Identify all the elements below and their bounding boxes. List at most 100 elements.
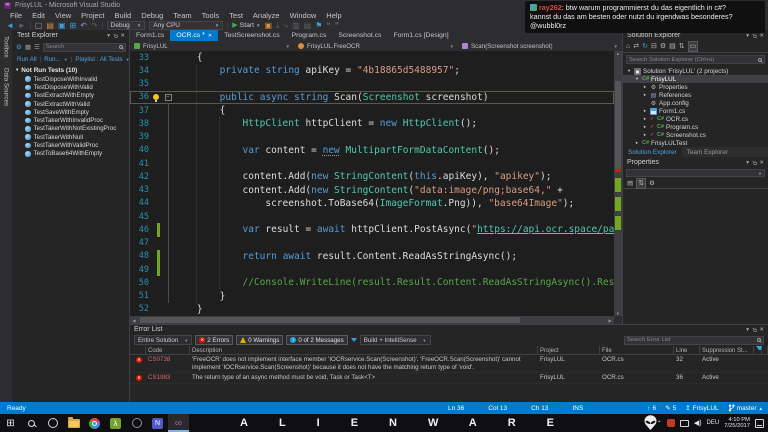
error-row-CS0738[interactable]: ✕ CS0738 'FreeOCR' does not implement inte… <box>130 355 768 373</box>
menu-item-help[interactable]: Help <box>321 11 346 20</box>
error-list-search-input[interactable]: Search Error List <box>624 335 764 345</box>
window-position-icon[interactable]: ▾ <box>746 327 749 333</box>
menu-item-edit[interactable]: Edit <box>27 11 50 20</box>
tab-form1-cs-design[interactable]: Form1.cs [Design] <box>387 30 454 41</box>
alphabetical-icon[interactable]: ⇅ <box>636 177 647 189</box>
test-item-testtakerwithinvalidproc[interactable]: TestTakerWithInvalidProc <box>13 116 129 124</box>
test-item-testextractwithempty[interactable]: TestExtractWithEmpty <box>13 92 129 100</box>
display-icon[interactable] <box>679 419 689 427</box>
menu-item-project[interactable]: Project <box>76 11 109 20</box>
lightbulb-icon[interactable] <box>153 93 159 102</box>
open-file-icon[interactable]: ▤ <box>46 21 54 30</box>
test-item-testtobase64withempty[interactable]: TestToBase64WithEmpty <box>13 150 129 158</box>
refresh-icon[interactable]: ↻ <box>642 42 648 51</box>
start-button[interactable]: ⊞ <box>0 414 21 432</box>
chevron-collapsed-icon[interactable]: ▸ <box>634 140 640 146</box>
preview-selected-items-icon[interactable]: ▭ <box>687 41 699 52</box>
chevron-collapsed-icon[interactable]: ▸ <box>642 84 648 90</box>
menu-item-file[interactable]: File <box>5 11 27 20</box>
home-icon[interactable]: ⌂ <box>626 42 630 51</box>
test-item-testtakerwithvalidproc[interactable]: TestTakerWithValidProc <box>13 141 129 149</box>
sync-with-active-document-icon[interactable]: ⇅ <box>679 42 685 51</box>
close-icon[interactable]: ✕ <box>759 160 764 166</box>
clock[interactable]: 4:10 PM 7/25/2017 <box>724 417 750 430</box>
tab-testscreenshot-cs[interactable]: TestScreenshot.cs <box>218 30 286 41</box>
menu-item-team[interactable]: Team <box>168 11 196 20</box>
menu-item-window[interactable]: Window <box>285 11 322 20</box>
step-into-icon[interactable]: ⤓ <box>276 21 280 30</box>
scroll-right-icon[interactable]: ▶ <box>606 318 614 323</box>
column-header-line[interactable]: Line <box>674 346 700 355</box>
scroll-left-icon[interactable]: ◀ <box>130 318 138 323</box>
test-item-testsavewithempty[interactable]: TestSaveWithEmpty <box>13 108 129 116</box>
nav-back-icon[interactable]: ◄ <box>6 21 14 30</box>
language-indicator[interactable]: DEU <box>707 420 720 426</box>
playlist-link[interactable]: Playlist : All Tests <box>75 56 122 63</box>
breadcrumb-frisylul[interactable]: FrisyLUL ▼ <box>130 41 294 51</box>
solution-platforms-dropdown[interactable]: Any CPU ▼ <box>149 20 224 30</box>
tab-form1-cs[interactable]: Form1.cs <box>130 30 170 41</box>
switch-views-icon[interactable]: ⇄ <box>633 42 639 51</box>
tree-item-frisylul[interactable]: ▾ C# FrisyLUL <box>623 75 768 83</box>
chrome-button[interactable] <box>84 414 105 432</box>
group-by-icon[interactable]: ▦ <box>25 43 31 52</box>
errors-toggle-button[interactable]: ✕ 2 Errors <box>195 335 234 345</box>
test-search-input[interactable]: Search <box>42 42 126 52</box>
menu-item-tools[interactable]: Tools <box>197 11 225 20</box>
breadcrumb-frisylul-freeocr[interactable]: FrisyLUL.FreeOCR ▼ <box>294 41 458 51</box>
redo-icon[interactable]: ↷ <box>91 21 98 30</box>
tree-item-program-cs[interactable]: ▸ ✓ C# Program.cs <box>623 123 768 131</box>
tree-item-frisylultest[interactable]: ▸ C# FrisyLULTest <box>623 139 768 147</box>
strip-tab-data-sources[interactable]: Data Sources <box>3 68 10 106</box>
scope-dropdown[interactable]: Entire Solution ▼ <box>134 335 193 345</box>
chevron-collapsed-icon[interactable]: ▸ <box>642 108 648 114</box>
unpushed-commits-indicator[interactable]: ↑ 6 <box>647 405 656 412</box>
uncomment-icon[interactable]: ❞ <box>335 21 339 30</box>
categorized-icon[interactable]: ▤ <box>627 179 633 187</box>
close-icon[interactable]: ✕ <box>208 33 212 39</box>
chevron-collapsed-icon[interactable]: ▸ <box>642 116 648 122</box>
window-position-icon[interactable]: ▾ <box>107 33 110 39</box>
tab-team-explorer[interactable]: Team Explorer <box>682 147 733 157</box>
horizontal-scrollbar[interactable]: ◀ ▶ <box>130 316 614 324</box>
bookmark-icon[interactable]: ⚑ <box>315 21 322 30</box>
menu-item-view[interactable]: View <box>50 11 76 20</box>
scrollbar-thumb[interactable] <box>615 81 621 171</box>
warnings-toggle-button[interactable]: 0 Warnings <box>236 335 284 345</box>
chevron-collapsed-icon[interactable]: ▸ <box>642 132 648 138</box>
properties-object-dropdown[interactable]: ▼ <box>626 169 765 177</box>
git-branch-button[interactable]: master ▲ <box>728 404 763 412</box>
solution-explorer-search-input[interactable]: Search Solution Explorer (Ctrl+ü) <box>626 55 765 64</box>
test-item-testtakerwithnull[interactable]: TestTakerWithNull <box>13 133 129 141</box>
unsaved-edits-indicator[interactable]: ✎ 5 <box>665 404 676 413</box>
column-header-description[interactable]: Description <box>190 346 538 355</box>
chevron-collapsed-icon[interactable]: ▸ <box>642 92 648 98</box>
menu-item-build[interactable]: Build <box>110 11 137 20</box>
tree-item-ocr-cs[interactable]: ▸ ✓ C# OCR.cs <box>623 115 768 123</box>
messages-toggle-button[interactable]: i 0 of 2 Messages <box>286 335 348 345</box>
undo-icon[interactable]: ↶ <box>80 21 87 30</box>
lambda-app-button[interactable]: λ <box>105 414 126 432</box>
publish-button[interactable]: ↥ FrisyLUL <box>685 404 718 413</box>
output-window-icon[interactable]: ▤ <box>304 21 312 30</box>
save-icon[interactable]: ▣ <box>58 21 66 30</box>
breadcrumb-scan-screenshot-screenshot[interactable]: Scan(Screenshot screenshot) ▼ <box>458 41 622 51</box>
pin-icon[interactable]: ⚲ <box>750 325 758 333</box>
show-all-files-icon[interactable]: ▤ <box>669 42 676 51</box>
tree-item-form1-cs[interactable]: ▸ Form1.cs <box>623 107 768 115</box>
tab-screenshot-cs[interactable]: Screenshot.cs <box>332 30 387 41</box>
visual-studio-taskbar-button[interactable]: ∞ <box>168 414 189 432</box>
notes-app-button[interactable]: N <box>147 414 168 432</box>
new-file-icon[interactable]: ▢ <box>35 21 43 30</box>
layout-icon[interactable]: ☰ <box>34 43 40 52</box>
run-settings-icon[interactable]: ⚙ <box>16 43 22 52</box>
chevron-expanded-icon[interactable]: ▾ <box>626 68 632 74</box>
tab-program-cs[interactable]: Program.cs <box>286 30 333 41</box>
close-icon[interactable]: ✕ <box>120 33 125 39</box>
window-position-icon[interactable]: ▾ <box>746 160 749 166</box>
code-area[interactable]: 33 {34 private string apiKey = "4b18865d54… <box>130 51 614 316</box>
column-header-code[interactable]: Code <box>146 346 190 355</box>
app-circle-button[interactable] <box>126 414 147 432</box>
menu-item-test[interactable]: Test <box>224 11 248 20</box>
column-header-project[interactable]: Project <box>538 346 600 355</box>
